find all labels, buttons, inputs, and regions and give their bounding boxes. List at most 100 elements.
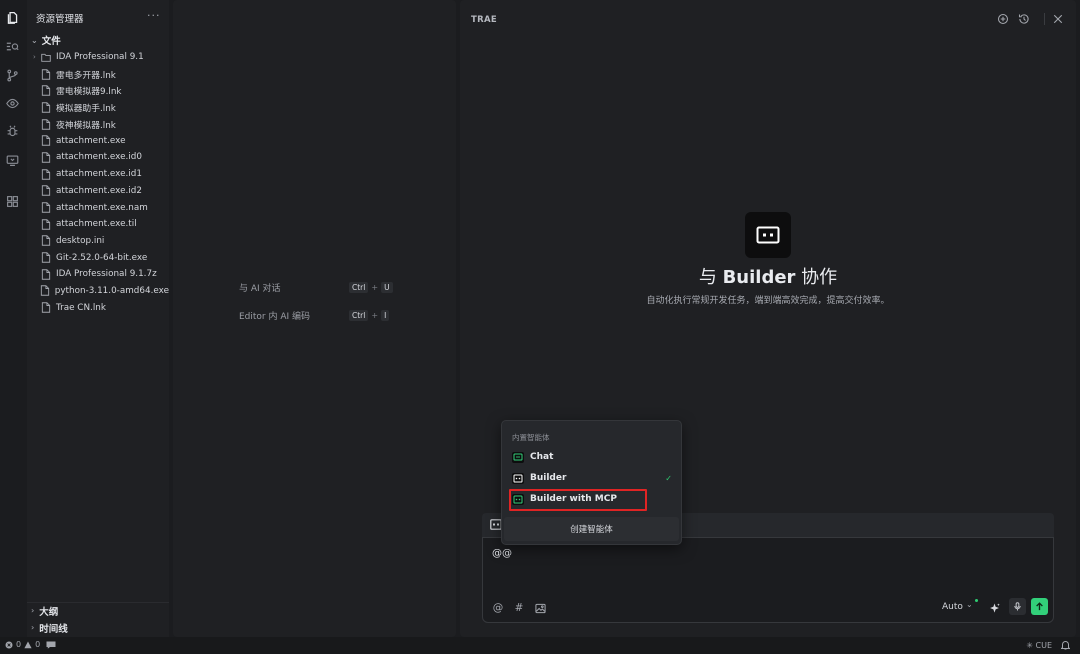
agent-option-label: Chat — [530, 452, 554, 462]
tree-file[interactable]: desktop.ini — [27, 233, 169, 250]
model-selector[interactable]: Auto — [942, 602, 963, 612]
activity-bar — [0, 0, 24, 637]
explorer-panel: 资源管理器 ··· ⌄ 文件 › IDA Professional 9.1 雷电多开… — [27, 0, 169, 637]
bell-icon[interactable] — [1061, 640, 1070, 650]
chevron-right-icon: › — [33, 53, 36, 62]
tree-file[interactable]: attachment.exe — [27, 132, 169, 149]
kbd-u: U — [381, 282, 393, 293]
problems-indicator[interactable]: 0 0 — [5, 640, 56, 649]
tree-file[interactable]: attachment.exe.til — [27, 216, 169, 233]
timeline-section[interactable]: › 时间线 — [31, 620, 68, 635]
hint-label: Editor 内 AI 编码 — [239, 312, 311, 322]
builder-heading: 与 Builder 协作 — [460, 263, 1076, 289]
tree-file[interactable]: attachment.exe.id1 — [27, 166, 169, 183]
status-bar: 0 0 ✳ CUE — [0, 637, 1080, 654]
file-icon — [41, 218, 52, 230]
tree-item-label: IDA Professional 9.1.7z — [56, 269, 157, 280]
debug-icon[interactable] — [4, 123, 20, 139]
context-hash-button[interactable]: # — [512, 601, 526, 615]
sparkle-icon[interactable] — [987, 601, 1001, 615]
tree-item-label: attachment.exe.til — [56, 219, 137, 230]
tree-folder[interactable]: › IDA Professional 9.1 — [27, 49, 169, 66]
tree-item-label: Git-2.52.0-64-bit.exe — [56, 252, 148, 263]
tree-file[interactable]: attachment.exe.id2 — [27, 183, 169, 200]
tree-item-label: Trae CN.lnk — [56, 302, 106, 313]
warning-count: 0 — [35, 640, 41, 649]
tree-item-label: attachment.exe.id2 — [56, 185, 142, 196]
file-icon — [41, 252, 52, 263]
preview-eye-icon[interactable] — [4, 95, 20, 111]
file-icon — [41, 135, 52, 147]
status-bar-right: ✳ CUE — [1026, 640, 1070, 650]
files-icon[interactable] — [4, 9, 20, 25]
tree-file[interactable]: attachment.exe.id0 — [27, 149, 169, 166]
tree-file[interactable]: python-3.11.0-amd64.exe — [27, 283, 169, 300]
chevron-right-icon: › — [31, 623, 35, 632]
arrow-up-icon — [1036, 602, 1043, 611]
file-icon — [41, 168, 52, 180]
heading-agent-name: Builder — [722, 267, 796, 288]
file-icon — [41, 269, 52, 280]
cue-indicator[interactable]: ✳ CUE — [1026, 641, 1052, 650]
tree-file[interactable]: 夜神模拟器.lnk — [27, 116, 169, 133]
file-icon — [41, 302, 52, 313]
new-chat-icon[interactable] — [996, 12, 1010, 26]
checkmark-icon: ✓ — [665, 473, 672, 483]
close-icon[interactable] — [1051, 12, 1065, 26]
chat-input-box[interactable]: @@ @ # Auto ⌄ — [482, 537, 1054, 623]
tree-item-label: 夜神模拟器.lnk — [56, 120, 116, 131]
agent-option-chat[interactable]: Chat — [512, 448, 678, 466]
send-button[interactable] — [1031, 598, 1048, 615]
tree-file[interactable]: attachment.exe.nam — [27, 199, 169, 216]
file-icon — [41, 202, 52, 213]
search-icon[interactable] — [4, 38, 20, 54]
heading-suffix: 协作 — [801, 267, 838, 288]
mention-button[interactable]: @ — [491, 601, 505, 615]
source-control-icon[interactable] — [4, 67, 20, 83]
kbd-i: I — [381, 310, 390, 321]
tree-file[interactable]: 模拟器助手.lnk — [27, 99, 169, 116]
ide-window: 资源管理器 ··· ⌄ 文件 › IDA Professional 9.1 雷电多开… — [0, 0, 1080, 654]
hint-ai-inline: Editor 内 AI 编码 Ctrl + I — [239, 309, 390, 322]
builder-agent-icon — [512, 472, 524, 484]
extensions-icon[interactable] — [4, 193, 20, 209]
plus-sign: + — [371, 311, 379, 320]
kbd-ctrl: Ctrl — [349, 310, 369, 321]
file-icon — [41, 85, 52, 96]
explorer-title: 资源管理器 — [36, 14, 84, 25]
comment-icon — [46, 641, 56, 649]
tree-item-label: IDA Professional 9.1 — [56, 52, 144, 63]
tree-item-label: python-3.11.0-amd64.exe — [54, 285, 169, 296]
cue-label: CUE — [1035, 640, 1053, 650]
tree-file[interactable]: Trae CN.lnk — [27, 299, 169, 316]
tree-file[interactable]: 雷电多开器.lnk — [27, 66, 169, 83]
error-icon — [5, 641, 13, 648]
chevron-right-icon: › — [31, 606, 35, 615]
files-root-toggle[interactable]: ⌄ 文件 — [31, 33, 61, 48]
divider — [1044, 13, 1045, 25]
image-upload-icon[interactable] — [533, 601, 547, 615]
heading-prefix: 与 — [698, 267, 717, 288]
builder-description: 自动化执行常规开发任务，端到端高效完成，提高交付效率。 — [646, 296, 890, 306]
agent-option-builder[interactable]: Builder ✓ — [512, 469, 678, 487]
file-tree: › IDA Professional 9.1 雷电多开器.lnk 雷电模拟器9.lnk… — [27, 49, 169, 316]
chat-input[interactable]: @@ — [492, 548, 512, 559]
tree-file[interactable]: IDA Professional 9.1.7z — [27, 266, 169, 283]
remote-icon[interactable] — [4, 152, 20, 168]
tree-item-label: 模拟器助手.lnk — [56, 103, 116, 114]
microphone-button[interactable] — [1009, 598, 1026, 615]
tree-item-label: attachment.exe.id1 — [56, 169, 142, 180]
outline-section[interactable]: › 大纲 — [31, 603, 58, 618]
chevron-down-icon[interactable]: ⌄ — [966, 600, 973, 609]
file-icon — [41, 102, 52, 113]
tree-file[interactable]: 雷电模拟器9.lnk — [27, 82, 169, 99]
history-icon[interactable] — [1017, 12, 1031, 26]
tree-item-label: 雷电多开器.lnk — [56, 70, 116, 81]
annotation-highlight-box — [509, 489, 647, 511]
create-agent-button[interactable]: 创建智能体 — [504, 517, 679, 541]
more-actions-button[interactable]: ··· — [147, 9, 161, 22]
chat-agent-icon — [512, 451, 524, 463]
tree-file[interactable]: Git-2.52.0-64-bit.exe — [27, 249, 169, 266]
agent-dropdown-menu: 内置智能体 Chat Builder ✓ Builder with MCP 创建… — [501, 420, 682, 545]
plus-sign: + — [371, 283, 379, 292]
